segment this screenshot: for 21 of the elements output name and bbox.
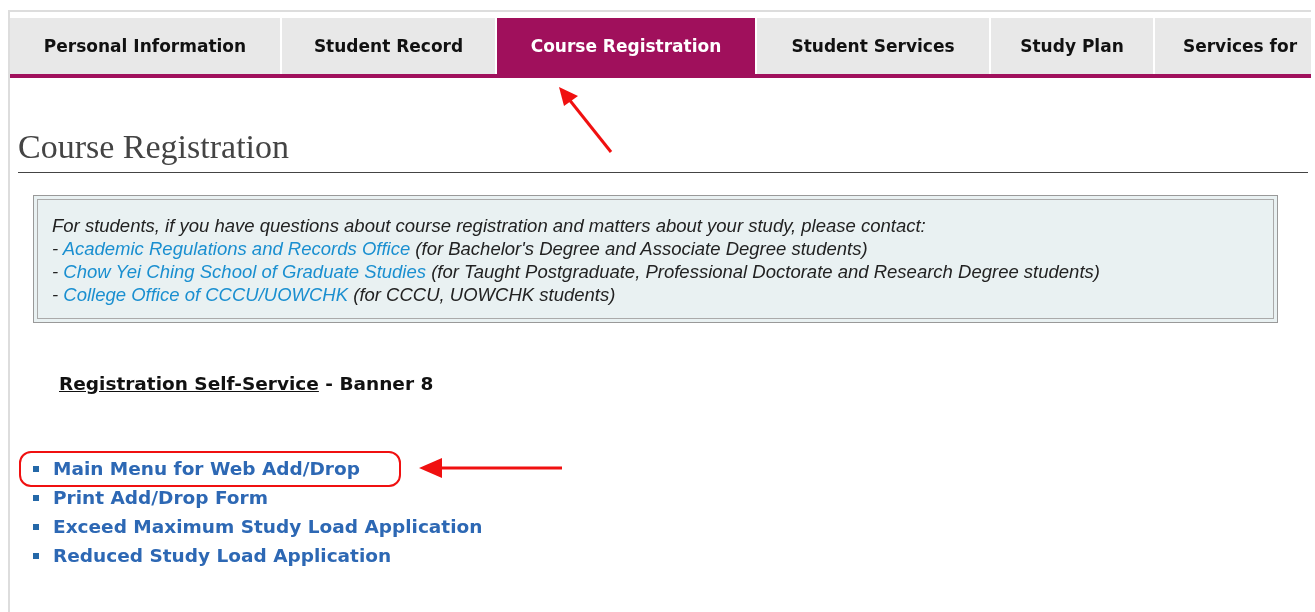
section-title: Registration Self-Service - Banner 8 [59,373,435,394]
section-link[interactable]: Registration Self-Service [59,373,319,394]
nav-tab[interactable]: Course Registration [497,18,755,74]
page-heading: Course Registration [18,128,1308,173]
nav-tab[interactable]: Personal Information [10,18,280,74]
menu-link[interactable]: Main Menu for Web Add/Drop [53,458,360,479]
bullet-icon [33,465,39,472]
bullet-icon [33,523,39,530]
menu-link[interactable]: Exceed Maximum Study Load Application [53,516,483,537]
nav-tab[interactable]: Services for [1155,18,1311,74]
bullet-icon [33,494,39,501]
nav-tab[interactable]: Study Plan [991,18,1153,74]
contact-line: - Academic Regulations and Records Office (for Bachelor's Degree and Associate Degree students) [52,237,869,260]
contact-line: - Chow Yei Ching School of Graduate Studies (for Taught Postgraduate, Professional Doctorate and Research Degree students) [52,260,1101,283]
menu-link[interactable]: Reduced Study Load Application [53,545,392,566]
contact-line: - College Office of CCCU/UOWCHK (for CCCU, UOWCHK students) [52,283,617,306]
nav-tab[interactable]: Student Services [757,18,989,74]
menu-link[interactable]: Print Add/Drop Form [53,487,268,508]
nav-tab[interactable]: Student Record [282,18,495,74]
notice-text: For students, if you have questions about course registration and matters about your study, please contact: [52,214,927,237]
bullet-icon [33,552,39,559]
